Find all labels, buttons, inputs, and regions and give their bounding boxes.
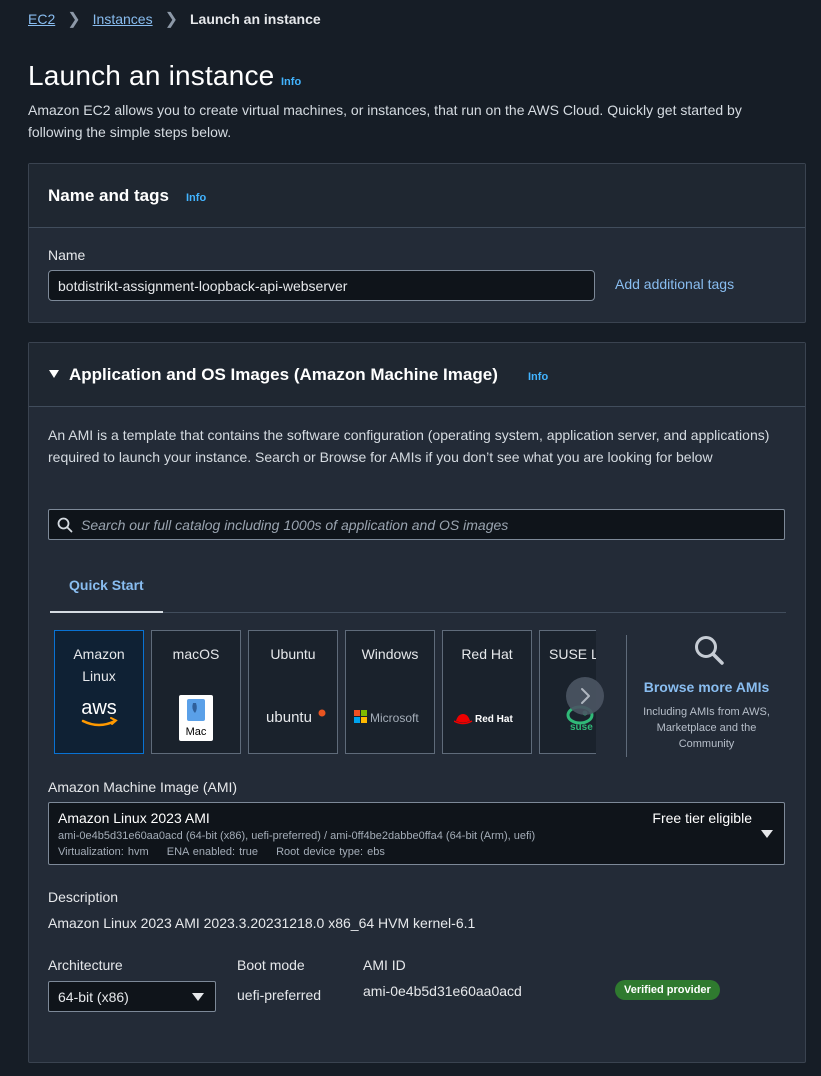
browse-more-amis-link[interactable]: Browse more AMIs — [634, 679, 779, 695]
ami-card-ubuntu[interactable]: Ubuntu ubuntu — [248, 630, 338, 754]
ami-panel: Application and OS Images (Amazon Machin… — [28, 342, 806, 1063]
tab-quick-start[interactable]: Quick Start — [69, 577, 144, 593]
page-info-link[interactable]: Info — [281, 76, 301, 88]
panel-header[interactable]: Application and OS Images (Amazon Machin… — [29, 343, 805, 407]
ami-search-input[interactable] — [81, 510, 771, 539]
ami-card-red-hat[interactable]: Red Hat Red Hat — [442, 630, 532, 754]
ami-virtualization: Virtualization: hvm — [58, 846, 149, 858]
ami-card-label: Ubuntu — [270, 646, 316, 662]
svg-text:Microsoft: Microsoft — [370, 711, 419, 725]
page-title: Launch an instance — [28, 60, 275, 91]
free-tier-eligible-label: Free tier eligible — [652, 810, 752, 826]
ami-card-label: Windows — [361, 646, 419, 662]
description-value: Amazon Linux 2023 AMI 2023.3.20231218.0 … — [48, 915, 476, 931]
breadcrumb-ec2-link[interactable]: EC2 — [28, 11, 55, 27]
ami-label: Amazon Machine Image (AMI) — [48, 779, 238, 795]
svg-text:aws: aws — [81, 697, 117, 719]
ami-ena: ENA enabled: true — [166, 846, 259, 858]
add-additional-tags-link[interactable]: Add additional tags — [615, 276, 734, 292]
ami-description: An AMI is a template that contains the s… — [48, 427, 770, 465]
chevron-right-icon — [581, 688, 590, 704]
breadcrumb: EC2 ❯ Instances ❯ Launch an instance — [28, 9, 321, 29]
architecture-label: Architecture — [48, 957, 123, 973]
ami-selected-title: Amazon Linux 2023 AMI — [58, 810, 210, 826]
ami-selected-ids: ami-0e4b5d31e60aa0acd (64-bit (x86), uef… — [58, 830, 536, 842]
name-tags-info-link[interactable]: Info — [186, 192, 206, 204]
ami-card-windows[interactable]: Windows Microsoft — [345, 630, 435, 754]
breadcrumb-instances-link[interactable]: Instances — [93, 11, 153, 27]
ami-card-carousel: Amazon Linux aws macOS Mac Ubuntu ubuntu… — [54, 630, 596, 760]
ami-card-label: macOS — [172, 646, 220, 662]
ami-card-label: SUSE Li — [549, 646, 596, 662]
svg-text:Mac: Mac — [186, 726, 207, 738]
aws-logo-icon: aws — [55, 697, 143, 731]
red-hat-logo-icon: Red Hat — [443, 710, 531, 726]
svg-text:suse: suse — [570, 722, 593, 731]
ami-id-value: ami-0e4b5d31e60aa0acd — [363, 983, 522, 999]
search-icon — [57, 517, 73, 533]
ami-card-amazon-linux[interactable]: Amazon Linux aws — [54, 630, 144, 754]
mac-logo-icon: Mac — [152, 695, 240, 741]
ami-select-dropdown[interactable]: Amazon Linux 2023 AMI ami-0e4b5d31e60aa0… — [48, 802, 785, 865]
page-intro: Amazon EC2 allows you to create virtual … — [28, 102, 742, 140]
microsoft-logo-icon: Microsoft — [346, 709, 434, 725]
browse-more-amis-area: Browse more AMIs Including AMIs from AWS… — [634, 635, 779, 752]
description-label: Description — [48, 889, 119, 905]
boot-mode-value: uefi-preferred — [237, 987, 322, 1003]
verified-provider-badge: Verified provider — [615, 980, 720, 1000]
caret-down-icon — [192, 993, 204, 1001]
svg-text:ubuntu: ubuntu — [266, 709, 312, 726]
search-icon — [695, 636, 724, 665]
browse-more-amis-subtitle: Including AMIs from AWS, Marketplace and… — [643, 706, 770, 750]
name-tags-title: Name and tags — [48, 186, 169, 205]
boot-mode-label: Boot mode — [237, 957, 305, 973]
ami-info-link[interactable]: Info — [528, 371, 548, 383]
ami-section-title: Application and OS Images (Amazon Machin… — [69, 365, 498, 384]
ami-root-device: Root device type: ebs — [276, 846, 385, 858]
name-label: Name — [48, 247, 86, 263]
ami-search-box[interactable] — [48, 509, 785, 540]
ami-card-label: Amazon Linux — [73, 646, 125, 684]
architecture-select[interactable]: 64-bit (x86) — [48, 981, 216, 1012]
breadcrumb-current: Launch an instance — [189, 11, 321, 27]
name-input[interactable] — [48, 270, 595, 301]
tab-active-indicator — [50, 611, 163, 613]
ami-card-label: Red Hat — [461, 646, 513, 662]
caret-down-icon — [761, 830, 773, 838]
chevron-right-icon: ❯ — [67, 11, 81, 28]
ami-selected-meta: Virtualization: hvm ENA enabled: true Ro… — [58, 846, 399, 858]
vertical-divider — [626, 635, 627, 757]
ubuntu-logo-icon: ubuntu — [249, 707, 337, 727]
svg-text:Red Hat: Red Hat — [475, 714, 513, 725]
ami-card-macos[interactable]: macOS Mac — [151, 630, 241, 754]
carousel-next-button[interactable] — [566, 677, 604, 715]
panel-header: Name and tags Info — [29, 164, 805, 228]
chevron-right-icon: ❯ — [164, 11, 178, 28]
architecture-value: 64-bit (x86) — [58, 989, 129, 1005]
ami-id-label: AMI ID — [363, 957, 406, 973]
collapse-caret-icon[interactable] — [49, 370, 59, 378]
name-tags-panel: Name and tags Info Name Add additional t… — [28, 163, 806, 323]
